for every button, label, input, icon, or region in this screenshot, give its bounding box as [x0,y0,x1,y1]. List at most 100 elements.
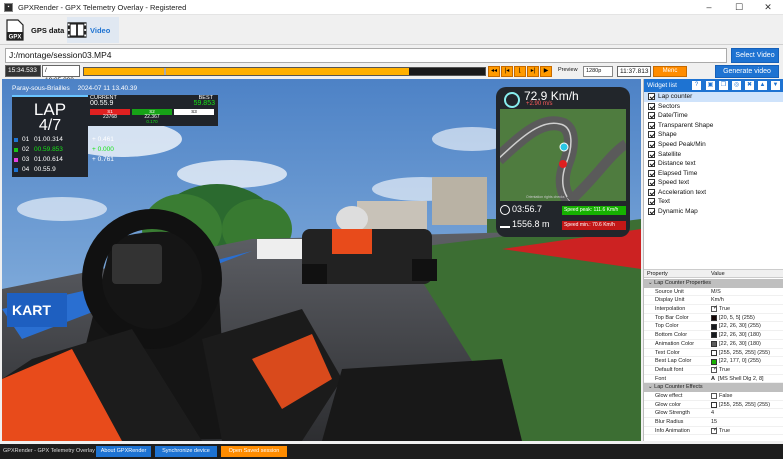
property-value-text: [22, 26, 30] (180) [719,340,761,347]
save-icon[interactable]: ▣ [706,81,715,90]
widget-checkbox[interactable] [648,188,655,196]
property-row[interactable]: Top Bar Color [20, 5, 5] (255) [644,314,783,323]
widget-list-item[interactable]: Text [644,197,783,207]
close-icon[interactable]: ✕ [753,0,783,15]
property-checkbox[interactable]: ✓ [711,366,718,374]
property-row[interactable]: Animation Color [22, 26, 30] (180) [644,340,783,349]
property-value-text: True [719,366,731,373]
video-preview[interactable]: KART Paray-sous-Briailles 2024-07 11 13.… [2,79,641,441]
widget-list-item[interactable]: Speed Peak/Min [644,140,783,150]
color-swatch [711,323,717,330]
color-swatch [711,332,717,339]
widget-list-item[interactable]: Distance text [644,159,783,169]
widget-list-title: Widget list [647,82,677,89]
select-video-button[interactable]: Select Video [731,48,779,63]
delete-icon[interactable]: ✖ [745,81,754,90]
help-icon[interactable]: ? [692,81,701,90]
rewind-icon[interactable]: ◂◂ [488,66,500,77]
move-down-icon[interactable]: ▼ [771,81,780,90]
property-row[interactable]: Glow color [255, 255, 255] (255) [644,401,783,410]
property-name: Top Bar Color [655,314,689,321]
lap-counter-widget[interactable]: LAP 4/7 01 01.00.314 + 0.461 02 00.59.853 + 0… [12,95,114,177]
widget-list-item[interactable]: Elapsed Time [644,168,783,178]
mark-in-icon[interactable]: ⌊ [514,66,526,77]
maximize-icon[interactable]: ☐ [724,0,754,15]
tab-video[interactable]: Video [67,17,119,43]
property-section[interactable]: ⌄ Lap Counter Properties [644,279,783,288]
widget-name: Speed text [658,179,690,187]
widget-list-item[interactable]: Sectors [644,102,783,112]
play-icon[interactable]: ▶ [540,66,552,77]
property-row[interactable]: Top Color [22, 26, 30] (255) [644,322,783,332]
move-up-icon[interactable]: ▲ [758,81,767,90]
sector-cell: S1 23768 [90,109,130,123]
widget-checkbox[interactable] [648,207,655,215]
widget-list-item[interactable]: Shape [644,130,783,140]
open-saved-session-button[interactable]: Open Saved session [221,446,287,457]
widget-checkbox[interactable] [648,141,655,148]
widget-checkbox[interactable] [648,198,655,206]
minimize-icon[interactable]: – [694,0,724,15]
widget-checkbox[interactable] [648,121,655,129]
widget-checkbox[interactable] [648,169,655,177]
resolution-select[interactable]: 1280p [583,66,613,77]
property-row[interactable]: Interpolation ✓ True [644,305,783,314]
synchronize-device-button[interactable]: Synchronize device [155,446,217,457]
widget-checkbox[interactable] [648,160,655,168]
property-value-text: [22, 177, 0] (255) [719,358,761,365]
clock-display: 11:37.813 [617,66,651,77]
widget-name: Lap counter [658,93,693,101]
widget-checkbox[interactable] [648,179,655,187]
property-row[interactable]: Default font ✓ True [644,366,783,375]
property-row[interactable]: Bottom Color [22, 26, 30] (180) [644,331,783,340]
property-checkbox[interactable]: ✓ [711,305,718,313]
copy-icon[interactable]: ❐ [719,81,728,90]
widget-checkbox[interactable] [648,102,655,110]
widget-checkbox[interactable] [648,131,655,139]
widget-list-item[interactable]: Satellite [644,149,783,159]
tab-gps-data[interactable]: GPX GPS data [5,17,64,43]
property-value: ✓ True [711,305,730,314]
property-row[interactable]: Font A [MS Shell Dlg 2, 8] [644,375,783,384]
target-icon[interactable]: ◎ [732,81,741,90]
widget-checkbox[interactable] [648,93,655,101]
widget-list-item[interactable]: Transparent Shape [644,121,783,131]
lap-color-marker [14,148,18,152]
app-window: ▪ GPXRender - GPX Telemetry Overlay - Re… [0,0,783,459]
widget-list-item[interactable]: Dynamic Map [644,207,783,217]
property-row[interactable]: Glow Strength 4 [644,409,783,418]
property-value-text: [22, 26, 30] (180) [719,332,761,339]
lap-list: 01 01.00.314 + 0.461 02 00.59.853 + 0.000 03 01… [12,135,152,175]
map-speed-widget[interactable]: 72.9 Km/h +2.90 m/s Orientation rights c… [496,87,630,237]
about-button[interactable]: About GPXRender [96,446,151,457]
widget-name: Shape [658,131,677,139]
widget-list-item[interactable]: Lap counter [644,92,783,102]
property-name: Bottom Color [655,332,688,339]
step-back-icon[interactable]: |◂ [501,66,513,77]
property-value-text: [255, 255, 255] (255) [719,349,771,356]
mode-button[interactable]: Menc [653,66,687,77]
datetime-text: 2024-07 11 13.40.39 [77,85,138,92]
distance-icon [500,221,510,228]
property-row[interactable]: Info Animation ✓ True [644,427,783,436]
svg-text:KART: KART [12,302,51,318]
property-checkbox[interactable]: ✓ [711,427,718,435]
title-bar: ▪ GPXRender - GPX Telemetry Overlay - Re… [0,0,783,15]
map-caption: Orientation rights checks [526,195,565,199]
property-row[interactable]: Glow effect False [644,392,783,401]
property-section[interactable]: ⌄ Lap Counter Effects [644,383,783,392]
property-row[interactable]: Source Unit M/S [644,288,783,297]
stopwatch-icon [500,205,510,215]
timeline-scrubber[interactable] [83,67,486,76]
widget-list-item[interactable]: Speed text [644,178,783,188]
widget-list-item[interactable]: Acceleration text [644,187,783,197]
property-checkbox[interactable] [711,393,717,400]
generate-video-button[interactable]: Generate video [715,65,779,78]
widget-list-item[interactable]: Date/Time [644,111,783,121]
widget-checkbox[interactable] [648,112,655,120]
property-row[interactable]: Text Color [255, 255, 255] (255) [644,349,783,358]
step-forward-icon[interactable]: ▸| [527,66,539,77]
property-name: Top Color [655,323,679,330]
video-path-input[interactable]: J:/montage/session03.MP4 [5,48,727,63]
widget-checkbox[interactable] [648,150,655,158]
